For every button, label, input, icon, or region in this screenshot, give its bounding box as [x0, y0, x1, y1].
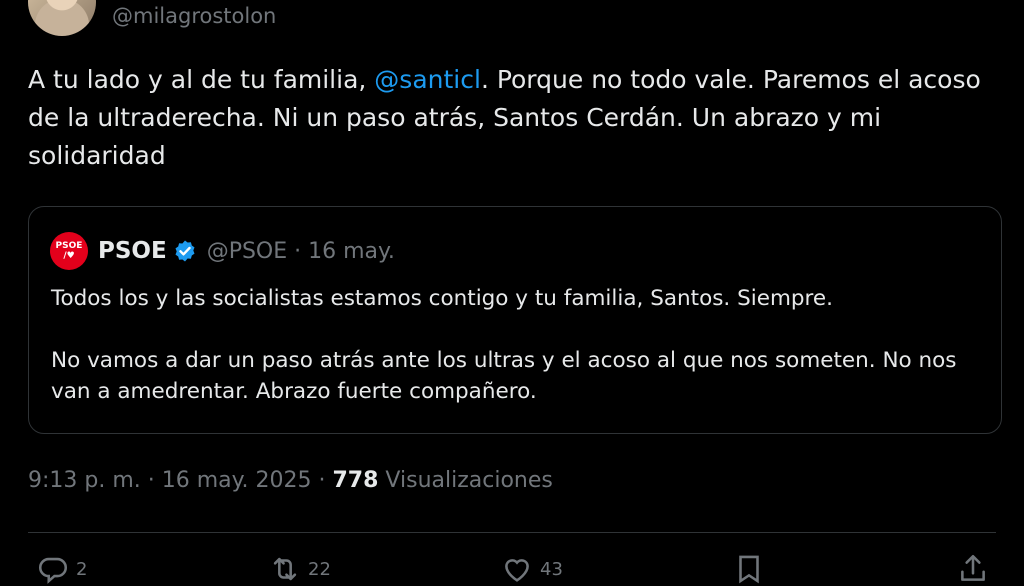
share-icon: [961, 554, 985, 581]
psoe-logo-avatar[interactable]: PSOE /♥: [50, 232, 88, 270]
logo-text: PSOE: [55, 241, 83, 251]
bookmark-icon: [739, 555, 759, 584]
quoted-header: PSOE /♥ PSOE @PSOE · 16 may.: [50, 231, 395, 271]
verified-badge-icon: [175, 240, 195, 262]
tweet-meta: 9:13 p. m. · 16 may. 2025 · 778 Visualiz…: [28, 468, 553, 493]
retweet-count: 22: [308, 558, 331, 580]
reply-icon: [39, 557, 67, 584]
views-count: 778: [332, 468, 379, 493]
quoted-paragraph: No vamos a dar un paso atrás ante los ul…: [51, 348, 957, 404]
timestamp[interactable]: 9:13 p. m. · 16 may. 2025 ·: [28, 468, 333, 493]
heart-icon: [505, 559, 529, 582]
reply-count: 2: [76, 558, 88, 580]
quoted-body: Todos los y las socialistas estamos cont…: [51, 283, 981, 438]
quoted-author-name[interactable]: PSOE: [98, 238, 167, 264]
quoted-meta: @PSOE · 16 may.: [206, 238, 395, 264]
avatar[interactable]: [28, 0, 96, 36]
tweet-text-part: A tu lado y al de tu familia,: [28, 65, 375, 94]
divider: [28, 532, 996, 533]
tweet-text: A tu lado y al de tu familia, @santicl. …: [28, 61, 988, 175]
like-button[interactable]: 43: [500, 552, 563, 586]
retweet-icon: [273, 557, 297, 581]
author-handle[interactable]: @milagrostolon: [112, 4, 276, 28]
quoted-paragraph: Todos los y las socialistas estamos cont…: [51, 286, 833, 311]
logo-text: /♥: [63, 251, 75, 261]
bookmark-button[interactable]: [732, 552, 766, 586]
views-label: Visualizaciones: [378, 468, 553, 493]
reply-button[interactable]: 2: [36, 552, 87, 586]
share-button[interactable]: [956, 552, 990, 586]
mention-link[interactable]: @santicl: [374, 65, 481, 94]
quoted-tweet[interactable]: PSOE /♥ PSOE @PSOE · 16 may. Todos los y…: [28, 206, 1002, 434]
like-count: 43: [540, 558, 563, 580]
retweet-button[interactable]: 22: [268, 552, 331, 586]
